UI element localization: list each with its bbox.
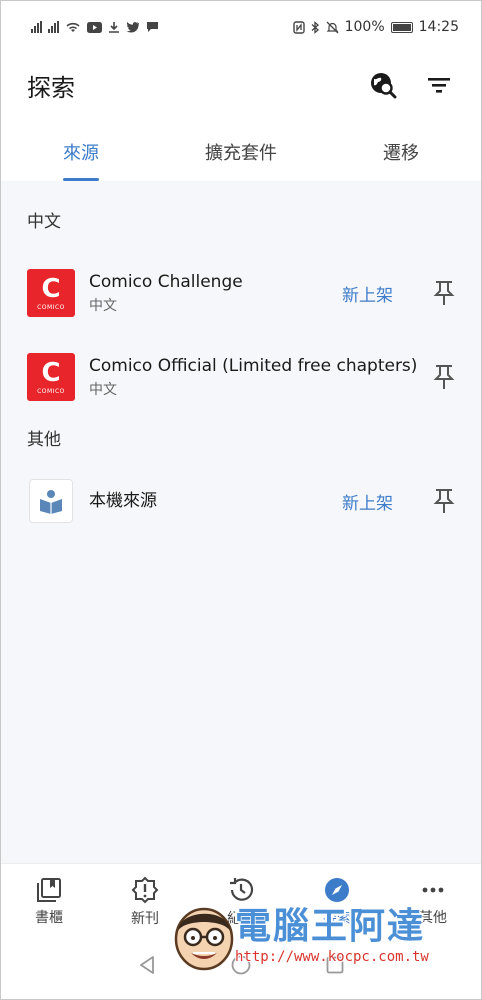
comico-logo-icon: C COMICO [27,353,75,401]
compass-icon [325,877,349,902]
status-icons-right: 100% 14:25 [292,19,459,35]
pin-button[interactable] [431,364,457,390]
nav-label: 其他 [419,909,447,926]
section-header-chinese: 中文 [27,212,61,232]
latest-button[interactable]: 新上架 [342,489,393,514]
source-language: 中文 [89,382,117,398]
signal-icon [31,21,42,33]
library-icon [37,877,61,902]
nav-library[interactable]: 書櫃 [1,864,97,939]
nav-updates[interactable]: 新刊 [97,864,193,939]
tab-extensions[interactable]: 擴充套件 [161,123,321,181]
local-source-icon [29,479,73,523]
source-list: 中文 C COMICO Comico Challenge 中文 新上架 C CO… [1,181,481,863]
top-app-bar: 探索 [1,53,481,117]
source-item-comico-official[interactable]: C COMICO Comico Official (Limited free c… [1,335,481,419]
tab-sources[interactable]: 來源 [1,123,161,181]
latest-button[interactable]: 新上架 [342,281,393,306]
tab-migrate[interactable]: 遷移 [321,123,481,181]
updates-icon [131,876,159,903]
status-bar: 100% 14:25 [1,1,481,53]
nav-label: 探索 [323,910,351,927]
nfc-icon [292,20,305,34]
youtube-icon [87,21,102,33]
pin-icon [433,489,455,513]
comico-logo-icon: C COMICO [27,269,75,317]
message-icon [147,22,158,32]
wifi-icon [66,22,80,32]
filter-button[interactable] [419,65,459,105]
phone-screen: 100% 14:25 探索 來源 擴充套件 遷移 中文 C COMICO Com… [0,0,482,1000]
back-icon[interactable] [136,954,158,976]
pin-icon [433,281,455,305]
mute-icon [326,21,339,33]
nav-history[interactable]: 紀錄 [193,864,289,939]
bluetooth-icon [311,20,319,34]
nav-label: 書櫃 [35,909,63,926]
more-icon [422,887,444,892]
clock: 14:25 [418,19,459,35]
source-name: 本機來源 [89,491,157,511]
pin-button[interactable] [431,488,457,514]
section-header-other: 其他 [27,429,61,450]
filter-icon [428,78,450,93]
system-navigation-bar [1,939,481,991]
source-text: Comico Challenge 中文 [89,271,342,315]
nav-more[interactable]: 其他 [385,864,481,939]
pin-button[interactable] [431,280,457,306]
pin-icon [433,365,455,389]
tab-bar: 來源 擴充套件 遷移 [1,123,481,181]
source-item-local[interactable]: 本機來源 新上架 [1,459,481,543]
globe-search-icon [371,73,397,99]
history-icon [230,877,254,901]
source-item-comico-challenge[interactable]: C COMICO Comico Challenge 中文 新上架 [1,251,481,335]
source-text: 本機來源 [89,490,342,512]
twitter-icon [126,22,140,33]
battery-percent: 100% [344,19,385,35]
home-icon[interactable] [230,954,252,976]
source-text: Comico Official (Limited free chapters) … [89,355,431,399]
battery-icon [390,21,413,33]
page-title: 探索 [27,73,75,102]
download-icon [109,22,119,33]
source-name: Comico Challenge [89,272,243,292]
nav-label: 新刊 [131,910,159,927]
source-name: Comico Official (Limited free chapters) [89,356,418,376]
status-icons-left [31,21,159,33]
nav-browse[interactable]: 探索 [289,864,385,939]
nav-label: 紀錄 [227,910,255,927]
bottom-navigation: 書櫃 新刊 紀錄 探索 其他 [1,863,481,939]
source-language: 中文 [89,298,117,314]
recents-icon[interactable] [324,954,346,976]
global-search-button[interactable] [363,65,403,105]
signal-icon [48,21,59,33]
